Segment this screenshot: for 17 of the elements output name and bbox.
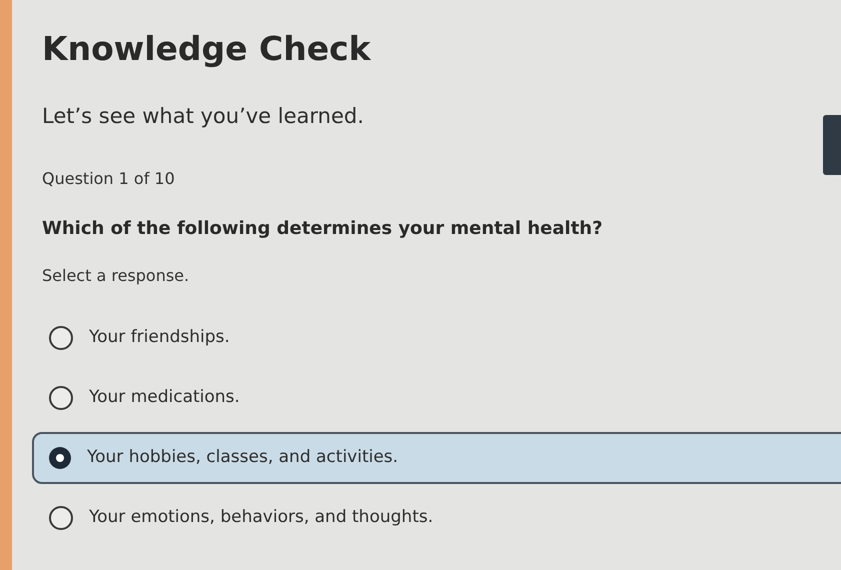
option-label: Your hobbies, classes, and activities. (87, 446, 398, 469)
subtitle: Let’s see what you’ve learned. (42, 103, 365, 130)
option-label: Your medications. (89, 386, 240, 409)
page-title: Knowledge Check (42, 28, 372, 70)
answer-option[interactable]: Your hobbies, classes, and activities. (32, 432, 841, 484)
radio-icon (49, 326, 73, 350)
option-label: Your emotions, behaviors, and thoughts. (89, 506, 434, 529)
radio-icon (49, 506, 73, 530)
instruction: Select a response. (42, 264, 190, 287)
answer-option[interactable]: Your medications. (32, 372, 841, 424)
answer-option[interactable]: Your emotions, behaviors, and thoughts. (32, 492, 841, 544)
option-label: Your friendships. (89, 326, 230, 349)
radio-icon (49, 446, 71, 469)
side-tab[interactable] (823, 115, 841, 175)
question-text: Which of the following determines your mental health? (42, 216, 604, 241)
answer-option[interactable]: Your friendships. (32, 312, 841, 364)
radio-icon (49, 386, 73, 410)
